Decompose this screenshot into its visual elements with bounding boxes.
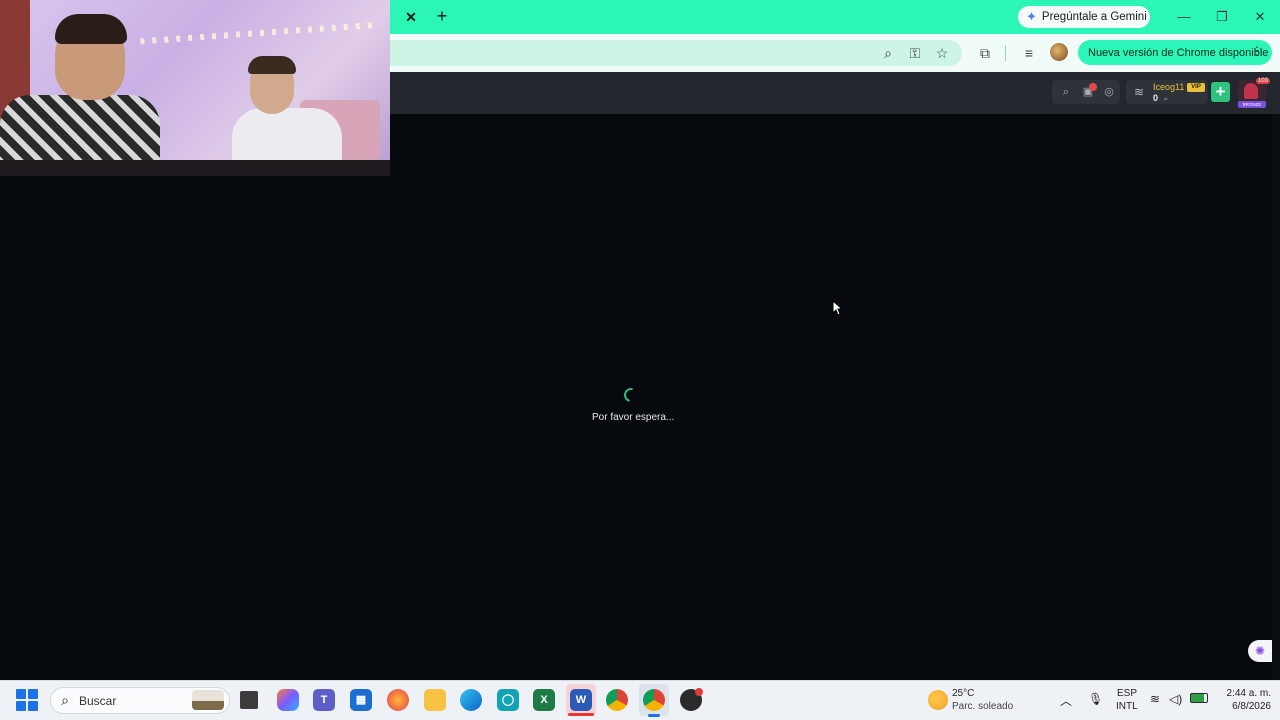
weather-description: Parc. soleado: [952, 701, 1014, 712]
extensions-icon[interactable]: ⧉: [975, 44, 995, 62]
chat-widget-icon[interactable]: ✺: [1248, 640, 1272, 662]
store-icon[interactable]: ▦: [350, 689, 372, 711]
copilot-icon[interactable]: [277, 689, 299, 711]
loading-message: Por favor espera...: [592, 412, 675, 423]
toolbar-divider: [1005, 45, 1006, 61]
vip-badge: VIP: [1187, 83, 1205, 92]
webcam-string-lights: [140, 21, 380, 45]
gemini-button-label: Pregúntale a Gemini: [1041, 11, 1147, 23]
address-bar[interactable]: [390, 40, 962, 66]
search-icon[interactable]: ⌕: [1058, 84, 1074, 100]
keyboard-layout-indicator[interactable]: INTL: [1116, 701, 1138, 712]
window-minimize-button[interactable]: —: [1170, 7, 1198, 27]
recording-dot-icon: [695, 688, 703, 696]
edge-icon[interactable]: [460, 689, 482, 711]
word-icon[interactable]: W: [570, 689, 592, 711]
clock-date[interactable]: 6/8/2026: [1221, 701, 1271, 712]
weather-temperature: 25°C: [952, 688, 975, 699]
webcam-person-1-hair: [55, 14, 127, 44]
tray-chevron-up-icon[interactable]: ︿: [1060, 692, 1072, 709]
firefox-icon[interactable]: [387, 689, 409, 711]
left-dark-area: [0, 176, 390, 680]
webcam-overlay: [0, 0, 390, 176]
search-highlight-image: [192, 690, 224, 710]
balance-value: 0: [1153, 93, 1159, 103]
word-running-indicator: [568, 713, 594, 716]
coins-icon: ≋: [1133, 85, 1145, 99]
excel-icon[interactable]: X: [533, 689, 555, 711]
taskbar-search-placeholder: Buscar: [79, 694, 117, 708]
wifi-icon[interactable]: ≋: [1150, 692, 1160, 706]
file-explorer-icon[interactable]: [424, 689, 446, 711]
page-scrollbar[interactable]: [1272, 114, 1280, 680]
taskbar-search-icon: ⌕: [61, 692, 69, 708]
chrome-icon[interactable]: [606, 689, 628, 711]
level-badge: 103: [1256, 78, 1271, 84]
chrome-update-button[interactable]: Nueva versión de Chrome disponible ⋮: [1078, 40, 1272, 65]
chrome-update-label: Nueva versión de Chrome disponible: [1088, 46, 1269, 59]
zoom-icon[interactable]: ⌕: [878, 44, 898, 62]
gemini-button[interactable]: ✦ Pregúntale a Gemini: [1018, 6, 1150, 28]
battery-icon[interactable]: [1190, 693, 1208, 703]
webcam-person-2-body: [232, 108, 342, 166]
language-indicator[interactable]: ESP: [1117, 688, 1137, 699]
window-close-button[interactable]: ✕: [1246, 7, 1274, 27]
tab-close-icon[interactable]: ✕: [402, 8, 420, 26]
webcam-desk: [0, 160, 390, 176]
weather-icon[interactable]: [928, 690, 948, 710]
chrome-running-indicator: [648, 714, 660, 717]
more-options-icon: ⋮: [1251, 44, 1263, 58]
webcam-person-2-hair: [248, 56, 296, 74]
gift-notification-dot: [1089, 83, 1097, 91]
media-icon[interactable]: ≡: [1019, 44, 1039, 62]
chrome-profile-icon[interactable]: [643, 689, 665, 711]
app-icon[interactable]: ◯: [497, 689, 519, 711]
microphone-icon[interactable]: 🎙: [1088, 692, 1103, 706]
volume-icon[interactable]: ◁): [1169, 692, 1182, 706]
new-tab-button[interactable]: +: [432, 6, 452, 26]
avatar-figure: [1244, 83, 1258, 99]
username: Iceog11: [1153, 82, 1185, 92]
task-view-icon[interactable]: [240, 691, 258, 709]
clock-time[interactable]: 2:44 a. m.: [1221, 688, 1271, 699]
profile-avatar[interactable]: [1050, 43, 1068, 61]
support-icon[interactable]: ◎: [1101, 84, 1117, 100]
rank-tag: BRONZE: [1238, 101, 1266, 108]
bookmark-star-icon[interactable]: ☆: [932, 44, 952, 62]
windows-icon[interactable]: [16, 689, 38, 711]
teams-icon[interactable]: T: [313, 689, 335, 711]
gemini-spark-icon: ✦: [1026, 9, 1037, 24]
window-restore-button[interactable]: ❐: [1208, 7, 1236, 27]
key-icon[interactable]: ⚿: [905, 44, 925, 62]
chevron-down-icon[interactable]: ⌄: [1162, 92, 1170, 103]
main-content: [390, 114, 1272, 680]
deposit-plus-button[interactable]: +: [1211, 82, 1230, 102]
